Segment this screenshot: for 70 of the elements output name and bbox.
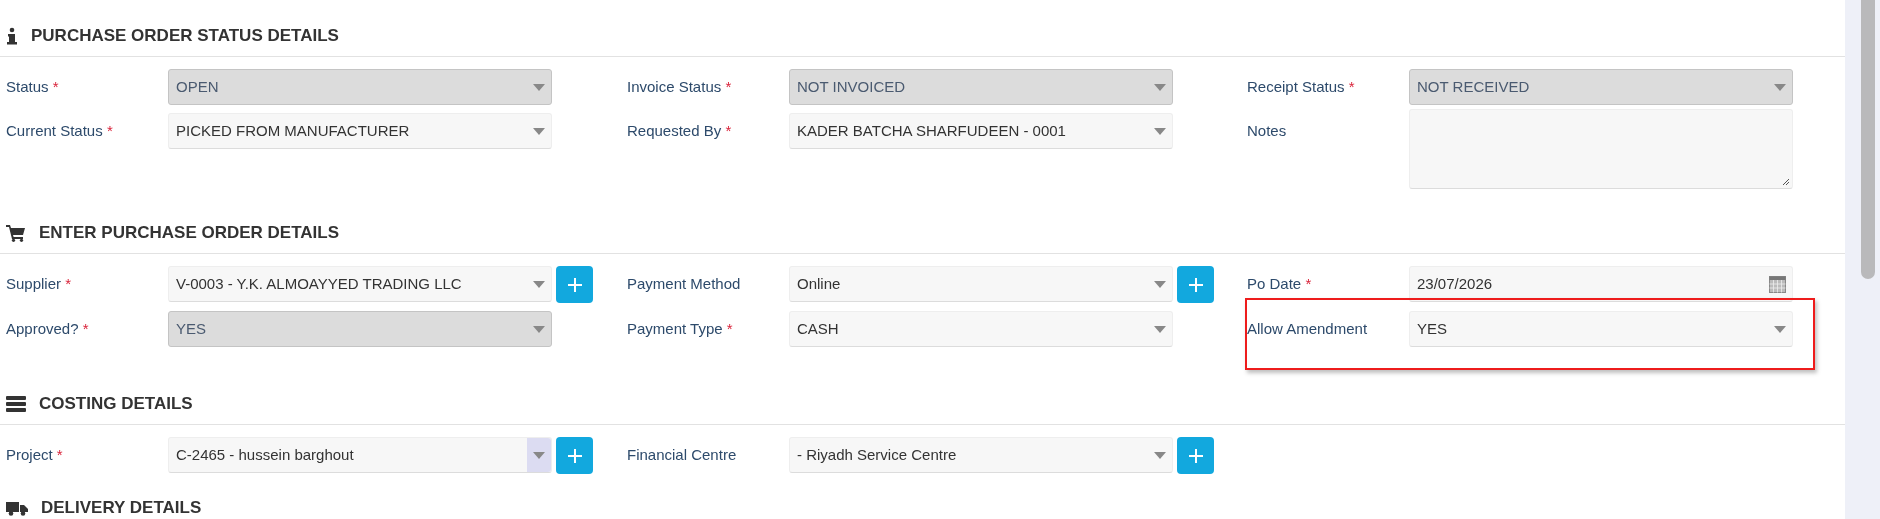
- dropdown[interactable]: PICKED FROM MANUFACTURER: [168, 113, 552, 149]
- dropdown-value: Online: [796, 273, 841, 294]
- add-button[interactable]: [1177, 266, 1214, 303]
- field-label: Status *: [6, 77, 60, 97]
- plus-icon: [1187, 276, 1204, 293]
- dropdown-value: YES: [175, 318, 206, 339]
- dropdown-value: NOT RECEIVED: [1416, 76, 1530, 97]
- field-label: Po Date *: [1247, 274, 1313, 294]
- add-button[interactable]: [556, 437, 593, 474]
- dropdown-caret-icon: [1154, 451, 1166, 459]
- plus-icon: [1187, 447, 1204, 464]
- field-label: Payment Method: [627, 274, 742, 294]
- plus-icon: [566, 447, 583, 464]
- date-field[interactable]: 23/07/2026: [1409, 266, 1793, 302]
- field-label: Financial Centre: [627, 445, 738, 465]
- dropdown[interactable]: CASH: [789, 311, 1173, 347]
- field-label: Requested By *: [627, 121, 733, 141]
- field-label: Allow Amendment: [1247, 319, 1369, 339]
- dropdown-value: YES: [1416, 318, 1447, 339]
- dropdown-caret-icon: [1154, 127, 1166, 135]
- truck-icon: [6, 500, 28, 516]
- scrollbar-thumb[interactable]: [1861, 0, 1875, 279]
- field-label: Invoice Status *: [627, 77, 733, 97]
- dropdown-value: OPEN: [175, 76, 219, 97]
- section-title: PURCHASE ORDER STATUS DETAILS: [31, 25, 339, 48]
- add-button[interactable]: [1177, 437, 1214, 474]
- info-icon: [6, 27, 18, 45]
- dropdown-value: - Riyadh Service Centre: [796, 444, 957, 465]
- add-button[interactable]: [556, 266, 593, 303]
- dropdown-caret-icon: [1154, 280, 1166, 288]
- scrollbar-track[interactable]: [1845, 0, 1880, 519]
- field-label: Approved? *: [6, 319, 90, 339]
- dropdown[interactable]: - Riyadh Service Centre: [789, 437, 1173, 473]
- dropdown[interactable]: Online: [789, 266, 1173, 302]
- dropdown[interactable]: V-0003 - Y.K. ALMOAYYED TRADING LLC: [168, 266, 552, 302]
- dropdown-caret-icon: [533, 127, 545, 135]
- dropdown-value: V-0003 - Y.K. ALMOAYYED TRADING LLC: [175, 273, 462, 294]
- section-title: ENTER PURCHASE ORDER DETAILS: [39, 222, 340, 245]
- dropdown-caret-icon: [1154, 83, 1166, 91]
- notes-field[interactable]: [1409, 109, 1793, 189]
- dropdown-value: PICKED FROM MANUFACTURER: [175, 120, 410, 141]
- server-icon: [6, 396, 26, 412]
- date-value: 23/07/2026: [1416, 273, 1493, 294]
- dropdown-value: KADER BATCHA SHARFUDEEN - 0001: [796, 120, 1066, 141]
- cart-icon: [6, 224, 26, 242]
- dropdown-caret-icon: [533, 280, 545, 288]
- dropdown[interactable]: KADER BATCHA SHARFUDEEN - 0001: [789, 113, 1173, 149]
- dropdown-caret-icon: [1154, 325, 1166, 333]
- dropdown-caret-icon: [533, 325, 545, 333]
- field-label: Current Status *: [6, 121, 114, 141]
- dropdown-value: NOT INVOICED: [796, 76, 906, 97]
- field-label: Project *: [6, 445, 64, 465]
- field-label: Notes: [1247, 121, 1288, 141]
- field-label: Receipt Status *: [1247, 77, 1356, 97]
- dropdown-caret-icon: [1774, 325, 1786, 333]
- dropdown-caret-icon: [533, 83, 545, 91]
- dropdown-caret-icon: [533, 451, 545, 459]
- dropdown-value: C-2465 - hussein barghout: [175, 444, 354, 465]
- section-title: COSTING DETAILS: [39, 393, 193, 416]
- plus-icon: [566, 276, 583, 293]
- dropdown-value: CASH: [796, 318, 839, 339]
- dropdown[interactable]: C-2465 - hussein barghout: [168, 437, 552, 473]
- dropdown-toggle[interactable]: [527, 438, 551, 472]
- dropdown-caret-icon: [1774, 83, 1786, 91]
- resize-handle-icon[interactable]: [1782, 178, 1790, 186]
- dropdown[interactable]: YES: [1409, 311, 1793, 347]
- section-title: DELIVERY DETAILS: [41, 497, 202, 519]
- calendar-icon[interactable]: [1769, 275, 1786, 293]
- field-label: Supplier *: [6, 274, 73, 294]
- field-label: Payment Type *: [627, 319, 734, 339]
